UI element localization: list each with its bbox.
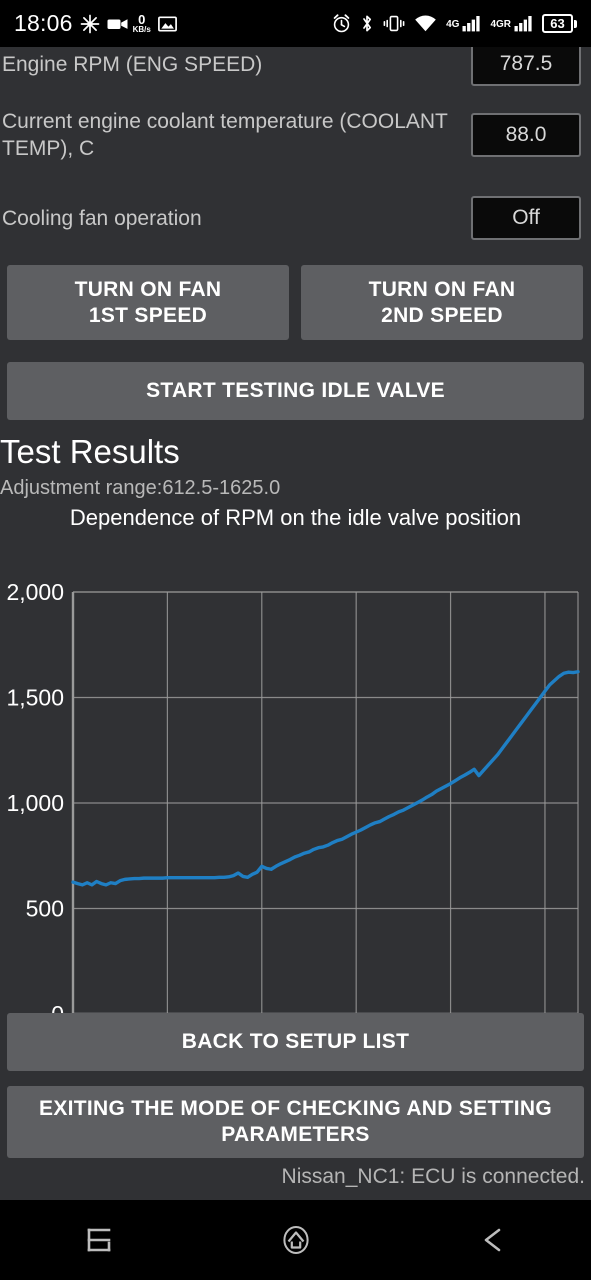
home-icon[interactable] bbox=[251, 1210, 341, 1270]
exit-line-1: EXITING THE MODE OF CHECKING AND SETTING bbox=[39, 1097, 552, 1120]
param-value-engine-rpm: 787.5 bbox=[471, 47, 581, 86]
network-speed-unit: KB/s bbox=[132, 25, 151, 34]
battery-cap bbox=[574, 19, 577, 28]
turn-on-fan-2nd-speed-button[interactable]: TURN ON FAN 2ND SPEED bbox=[301, 265, 583, 340]
network-speed-indicator: 0 KB/s bbox=[133, 13, 151, 34]
wifi-icon bbox=[414, 15, 437, 33]
battery-level-label: 63 bbox=[542, 14, 573, 33]
fan-2nd-line-1: TURN ON FAN bbox=[368, 277, 516, 301]
rpm-chart: Dependence of RPM on the idle valve posi… bbox=[0, 505, 591, 1050]
app-content: Engine RPM (ENG SPEED) 787.5 Current eng… bbox=[0, 47, 591, 1200]
battery-icon: 63 bbox=[542, 14, 577, 33]
test-results-heading: Test Results bbox=[0, 433, 180, 470]
fan-1st-line-2: 1ST SPEED bbox=[88, 303, 208, 327]
image-icon bbox=[157, 15, 177, 32]
video-camera-icon bbox=[107, 16, 129, 32]
param-row-cooling-fan: Cooling fan operation Off bbox=[0, 192, 591, 244]
exit-line-2: PARAMETERS bbox=[221, 1123, 370, 1146]
chart-y-tick-label: 1,500 bbox=[6, 685, 64, 711]
fan-1st-line-1: TURN ON FAN bbox=[74, 277, 222, 301]
phone-screen: 18:06 0 KB/s 4G 4GR 63 Engine RPM (ENG S… bbox=[0, 0, 591, 1280]
system-nav-bar bbox=[0, 1200, 591, 1280]
chart-canvas: 05001,0001,5002,000020406080100 bbox=[6, 579, 580, 1047]
adjustment-range-label: Adjustment range:612.5-1625.0 bbox=[0, 477, 281, 499]
bluetooth-icon bbox=[360, 14, 374, 33]
chart-series-line bbox=[71, 670, 580, 887]
exit-checking-mode-button[interactable]: EXITING THE MODE OF CHECKING AND SETTING… bbox=[7, 1086, 584, 1158]
start-testing-idle-valve-button[interactable]: START TESTING IDLE VALVE bbox=[7, 362, 584, 420]
network-type-2-label: 4GR bbox=[490, 19, 511, 30]
network-type-1-label: 4G bbox=[446, 19, 460, 30]
chart-y-tick-label: 1,000 bbox=[6, 790, 64, 816]
chart-y-tick-label: 2,000 bbox=[6, 579, 64, 605]
fan-2nd-line-2: 2ND SPEED bbox=[381, 303, 503, 327]
param-label-engine-rpm: Engine RPM (ENG SPEED) bbox=[2, 52, 263, 76]
param-label-coolant-temp: Current engine coolant temperature (COOL… bbox=[2, 110, 448, 160]
param-label-cooling-fan: Cooling fan operation bbox=[2, 206, 202, 230]
alarm-icon bbox=[332, 14, 351, 33]
param-value-coolant-temp: 88.0 bbox=[471, 113, 581, 157]
back-icon[interactable] bbox=[448, 1210, 538, 1270]
status-bar: 18:06 0 KB/s 4G 4GR 63 bbox=[0, 0, 591, 47]
ecu-status-message: Nissan_NC1: ECU is connected. bbox=[281, 1165, 585, 1188]
status-clock: 18:06 bbox=[14, 10, 73, 36]
fan-button-group: TURN ON FAN 1ST SPEED TURN ON FAN 2ND SP… bbox=[7, 265, 584, 340]
param-value-cooling-fan: Off bbox=[471, 196, 581, 240]
turn-on-fan-1st-speed-button[interactable]: TURN ON FAN 1ST SPEED bbox=[7, 265, 289, 340]
back-to-setup-list-button[interactable]: BACK TO SETUP LIST bbox=[7, 1013, 584, 1071]
param-row-engine-rpm: Engine RPM (ENG SPEED) 787.5 bbox=[0, 47, 591, 89]
status-bar-left: 18:06 0 KB/s bbox=[14, 10, 177, 37]
status-bar-right: 4G 4GR 63 bbox=[332, 14, 577, 33]
vibrate-icon bbox=[383, 15, 405, 32]
signal-bars-2-icon bbox=[514, 15, 533, 32]
signal-bars-1-icon bbox=[462, 15, 481, 32]
recents-icon[interactable] bbox=[54, 1210, 144, 1270]
param-row-coolant-temp: Current engine coolant temperature (COOL… bbox=[0, 105, 591, 165]
flash-icon bbox=[80, 14, 100, 34]
chart-y-tick-label: 500 bbox=[26, 896, 64, 922]
